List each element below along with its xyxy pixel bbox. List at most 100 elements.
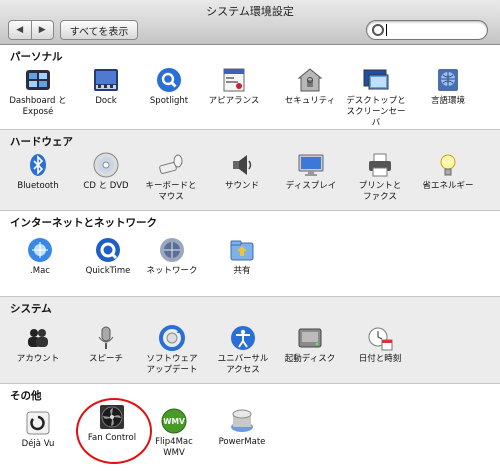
toolbar: システム環境設定 ◀ ▶ すべてを表示 [0,0,500,45]
item-label: 言語環境 [430,96,465,106]
pref-display[interactable]: ディスプレイ [281,152,341,192]
item-label: ユニバーサル アクセス [217,354,269,375]
item-label: PowerMate [218,437,266,447]
item-label: アピアランス [208,96,260,106]
section-other: その他 Déjà Vu Fan Control WMV Flip4Mac WMV… [0,384,500,471]
bluetooth-icon [25,152,51,178]
forward-button[interactable]: ▶ [30,21,54,39]
search-field[interactable] [366,20,488,40]
section-title-internet: インターネットとネットワーク [10,217,157,229]
item-label: Bluetooth [17,181,59,191]
display-icon [298,152,324,178]
item-label: 共有 [233,266,251,276]
pref-dock[interactable]: Dock [76,67,136,107]
item-label: デスクトップと スクリーンセーバ [346,96,406,128]
pref-appearance[interactable]: アピアランス [204,67,264,107]
item-label: ソフトウェア アップデート [146,354,198,375]
back-forward-buttons: ◀ ▶ [8,20,54,40]
spotlight-icon [156,67,182,93]
item-label: ディスプレイ [285,181,337,191]
security-icon [297,67,323,93]
pref-print-fax[interactable]: プリントと ファクス [350,152,410,203]
item-label: Dashboard と Exposé [9,96,67,117]
section-title-other: その他 [10,390,42,402]
pref-software-update[interactable]: ソフトウェア アップデート [142,325,202,376]
pref-bluetooth[interactable]: Bluetooth [8,152,68,192]
cd-dvd-icon [93,152,119,178]
item-label: 省エネルギー [422,181,474,191]
item-label: ネットワーク [146,266,198,276]
pref-spotlight[interactable]: Spotlight [139,67,199,107]
item-label: Flip4Mac WMV [155,437,193,458]
svg-text:WMV: WMV [163,417,185,426]
item-label: Déjà Vu [21,439,55,449]
pref-accounts[interactable]: アカウント [8,325,68,365]
pref-speech[interactable]: スピーチ [76,325,136,365]
accounts-icon [25,325,51,351]
pref-keyboard-mouse[interactable]: キーボードと マウス [141,152,201,203]
section-system: システム アカウント スピーチ ソフトウェア アップデート ユニバーサル アクセ… [0,297,500,383]
dock-icon [93,67,119,93]
item-label: Dock [95,96,117,106]
pref-network[interactable]: ネットワーク [142,237,202,277]
item-label: 日付と時刻 [358,354,402,364]
item-label: サウンド [224,181,259,191]
pref-startup-disk[interactable]: 起動ディスク [280,325,340,365]
pref-energy-saver[interactable]: 省エネルギー [418,152,478,192]
international-icon [435,67,461,93]
appearance-icon [221,67,247,93]
item-label: Spotlight [149,96,189,106]
section-title-system: システム [10,303,52,315]
highlight-circle [76,398,152,464]
pref-deja-vu[interactable]: Déjà Vu [8,410,68,450]
search-icon [372,24,384,36]
item-label: セキュリティ [284,96,336,106]
pref-quicktime[interactable]: QuickTime [78,237,138,277]
show-all-button[interactable]: すべてを表示 [60,20,138,40]
system-preferences-window: システム環境設定 ◀ ▶ すべてを表示 パーソナル Dashboard と Ex… [0,0,500,471]
pref-sound[interactable]: サウンド [212,152,272,192]
desktop-screensaver-icon [363,67,389,93]
pref-dotmac[interactable]: .Mac [10,237,70,277]
item-label: アカウント [16,354,60,364]
section-title-personal: パーソナル [10,51,63,63]
pref-cd-dvd[interactable]: CD と DVD [76,152,136,192]
pref-date-time[interactable]: 日付と時刻 [350,325,410,365]
powermate-icon [229,408,255,434]
pref-international[interactable]: 言語環境 [418,67,478,107]
speech-icon [93,325,119,351]
item-label: 起動ディスク [284,354,336,364]
print-fax-icon [367,152,393,178]
universal-access-icon [230,325,256,351]
window-title: システム環境設定 [206,5,294,18]
sound-icon [229,152,255,178]
pref-flip4mac[interactable]: WMV Flip4Mac WMV [144,408,204,459]
pref-universal-access[interactable]: ユニバーサル アクセス [213,325,273,376]
pref-powermate[interactable]: PowerMate [212,408,272,448]
item-label: プリントと ファクス [358,181,402,202]
section-title-hardware: ハードウェア [10,136,73,148]
back-button[interactable]: ◀ [9,21,31,39]
pref-sharing[interactable]: 共有 [212,237,272,277]
item-label: .Mac [30,266,50,276]
section-internet-network: インターネットとネットワーク .Mac QuickTime ネットワーク 共有 [0,211,500,296]
startup-disk-icon [297,325,323,351]
energy-saver-icon [435,152,461,178]
item-label: QuickTime [85,266,131,276]
section-personal: パーソナル Dashboard と Exposé Dock Spotlight … [0,45,500,129]
pref-dashboard-expose[interactable]: Dashboard と Exposé [8,67,68,118]
pref-desktop-screensaver[interactable]: デスクトップと スクリーンセーバ [346,67,406,129]
quicktime-icon [95,237,121,263]
item-label: スピーチ [88,354,123,364]
section-hardware: ハードウェア Bluetooth CD と DVD キーボードと マウス サウン… [0,130,500,210]
network-icon [159,237,185,263]
item-label: キーボードと マウス [145,181,197,202]
pref-security[interactable]: セキュリティ [280,67,340,107]
dotmac-icon [27,237,53,263]
keyboard-mouse-icon [158,152,184,178]
sharing-icon [229,237,255,263]
flip4mac-icon: WMV [161,408,187,434]
software-update-icon [159,325,185,351]
date-time-icon [367,325,393,351]
item-label: CD と DVD [83,181,129,191]
